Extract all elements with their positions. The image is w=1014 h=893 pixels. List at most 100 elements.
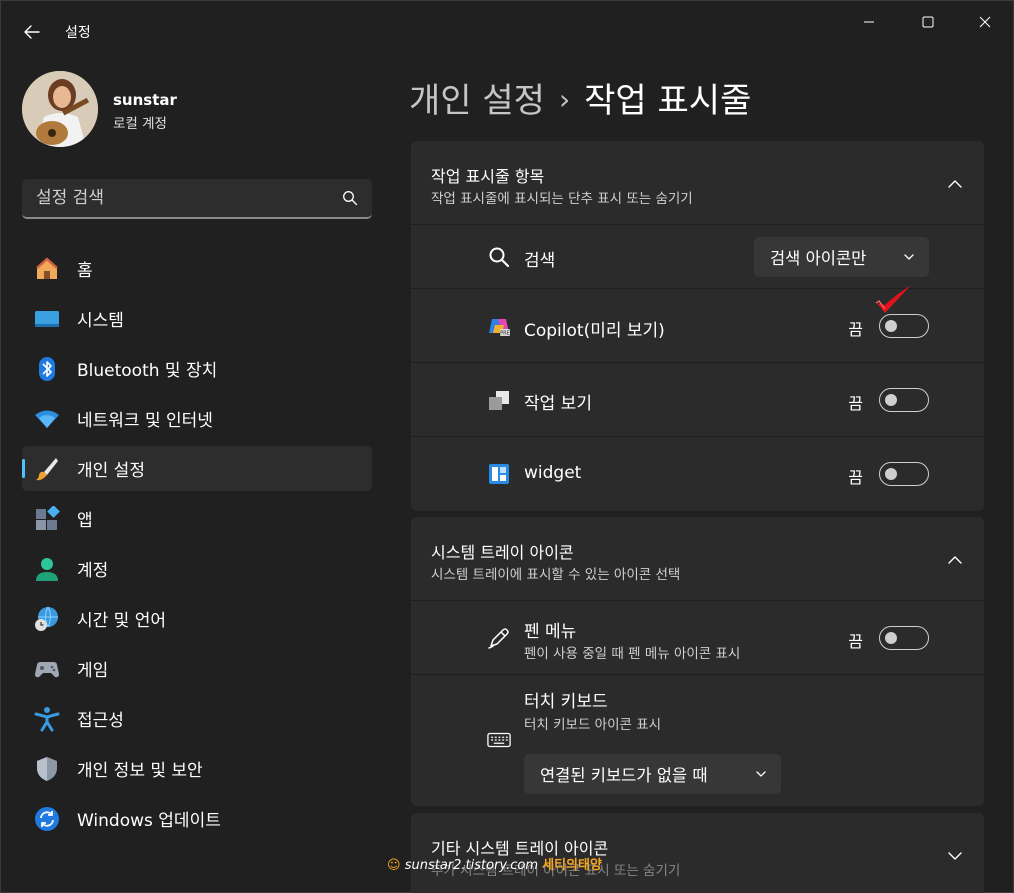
app-title: 설정 bbox=[65, 25, 91, 41]
touch-keyboard-dropdown[interactable]: 연결된 키보드가 없을 때 bbox=[524, 754, 781, 794]
chevron-down-icon[interactable] bbox=[946, 847, 964, 865]
sidebar-item-system[interactable]: 시스템 bbox=[22, 296, 372, 341]
dropdown-value: 연결된 키보드가 없을 때 bbox=[540, 766, 708, 785]
minimize-button[interactable] bbox=[846, 7, 892, 37]
account-type: 로컬 계정 bbox=[113, 116, 167, 132]
sidebar-item-label: 접근성 bbox=[77, 711, 124, 731]
home-icon bbox=[34, 256, 60, 282]
watermark-brand: 세티의태양 bbox=[542, 858, 602, 873]
row-description: 펜이 사용 중일 때 펜 메뉴 아이콘 표시 bbox=[524, 646, 741, 662]
toggle-state-label: 끔 bbox=[848, 394, 863, 413]
sidebar-item-windows-update[interactable]: Windows 업데이트 bbox=[22, 796, 372, 841]
row-search: 검색 검색 아이콘만 bbox=[411, 225, 984, 289]
sidebar-item-label: 네트워크 및 인터넷 bbox=[77, 411, 213, 431]
keyboard-icon bbox=[487, 728, 511, 752]
breadcrumb: 개인 설정 › 작업 표시줄 bbox=[409, 73, 751, 122]
sidebar-item-label: Windows 업데이트 bbox=[77, 811, 221, 831]
row-touch-keyboard: 터치 키보드 터치 키보드 아이콘 표시 연결된 키보드가 없을 때 bbox=[411, 675, 984, 806]
search-icon bbox=[487, 245, 511, 269]
sidebar-item-bluetooth[interactable]: Bluetooth 및 장치 bbox=[22, 346, 372, 391]
accessibility-icon bbox=[34, 706, 60, 732]
search-mode-dropdown[interactable]: 검색 아이콘만 bbox=[754, 237, 929, 277]
gamepad-icon bbox=[34, 656, 60, 682]
widget-icon bbox=[487, 462, 511, 486]
maximize-button[interactable] bbox=[905, 7, 951, 37]
sidebar-item-label: 시스템 bbox=[77, 311, 124, 331]
close-button[interactable] bbox=[962, 7, 1008, 37]
settings-search[interactable] bbox=[22, 179, 372, 219]
taskbar-items-section: 작업 표시줄 항목 작업 표시줄에 표시되는 단추 표시 또는 숨기기 검색 검… bbox=[411, 141, 984, 511]
chevron-up-icon[interactable] bbox=[946, 551, 964, 569]
svg-text:PRE: PRE bbox=[500, 331, 510, 337]
toggle-state-label: 끔 bbox=[848, 468, 863, 487]
back-arrow-icon bbox=[24, 25, 40, 39]
sidebar-item-personalization[interactable]: 개인 설정 bbox=[22, 446, 372, 491]
breadcrumb-parent[interactable]: 개인 설정 bbox=[409, 81, 545, 121]
row-pen-menu: 펜 메뉴 펜이 사용 중일 때 펜 메뉴 아이콘 표시 끔 bbox=[411, 601, 984, 675]
red-checkmark-annotation-icon bbox=[875, 285, 911, 313]
search-icon[interactable] bbox=[342, 190, 358, 206]
widget-toggle[interactable] bbox=[879, 462, 929, 486]
pen-icon bbox=[487, 626, 511, 650]
person-icon bbox=[34, 556, 60, 582]
sidebar-nav: 홈 시스템 Bluetooth 및 장치 네트워크 및 인터넷 개인 설정 앱 … bbox=[22, 246, 372, 846]
sidebar-item-accessibility[interactable]: 접근성 bbox=[22, 696, 372, 741]
row-description: 터치 키보드 아이콘 표시 bbox=[524, 717, 662, 733]
section-subtitle: 작업 표시줄에 표시되는 단추 표시 또는 숨기기 bbox=[431, 191, 693, 207]
other-tray-section[interactable]: 기타 시스템 트레이 아이콘 추가 시스템 트레이 아이콘 표시 또는 숨기기 bbox=[411, 813, 984, 893]
dropdown-value: 검색 아이콘만 bbox=[770, 249, 867, 268]
sidebar-item-time-language[interactable]: 시간 및 언어 bbox=[22, 596, 372, 641]
row-widget: widget 끔 bbox=[411, 437, 984, 511]
task-view-toggle[interactable] bbox=[879, 388, 929, 412]
row-task-view: 작업 보기 끔 bbox=[411, 363, 984, 437]
close-icon bbox=[979, 16, 991, 28]
sidebar-item-label: Bluetooth 및 장치 bbox=[77, 361, 218, 381]
title-bar: 설정 bbox=[1, 1, 1013, 51]
sidebar-item-privacy[interactable]: 개인 정보 및 보안 bbox=[22, 746, 372, 791]
search-input[interactable] bbox=[22, 179, 332, 217]
row-label: Copilot(미리 보기) bbox=[524, 321, 665, 341]
section-title: 시스템 트레이 아이콘 bbox=[431, 543, 574, 562]
toggle-state-label: 끔 bbox=[848, 320, 863, 339]
task-view-icon bbox=[487, 388, 511, 412]
maximize-icon bbox=[922, 16, 934, 28]
back-button[interactable] bbox=[15, 17, 49, 47]
row-label: 검색 bbox=[524, 251, 556, 271]
taskbar-items-header[interactable]: 작업 표시줄 항목 작업 표시줄에 표시되는 단추 표시 또는 숨기기 bbox=[411, 141, 984, 225]
wifi-icon bbox=[34, 406, 60, 432]
avatar-photo-icon bbox=[22, 71, 98, 147]
user-avatar[interactable] bbox=[22, 71, 98, 147]
row-label: 작업 보기 bbox=[524, 394, 592, 414]
sidebar-item-accounts[interactable]: 계정 bbox=[22, 546, 372, 591]
page-title: 작업 표시줄 bbox=[584, 81, 752, 121]
row-copilot: PRE Copilot(미리 보기) 끔 bbox=[411, 285, 984, 363]
pen-menu-toggle[interactable] bbox=[879, 626, 929, 650]
chevron-down-icon bbox=[904, 254, 914, 260]
minimize-icon bbox=[864, 21, 874, 23]
update-icon bbox=[34, 806, 60, 832]
apps-icon bbox=[34, 506, 60, 532]
monitor-icon bbox=[34, 306, 60, 332]
section-subtitle: 시스템 트레이에 표시할 수 있는 아이콘 선택 bbox=[431, 567, 681, 583]
watermark: ☺ sunstar2.tistory.com 세티의태양 bbox=[387, 854, 602, 873]
globe-clock-icon bbox=[34, 606, 60, 632]
row-label: widget bbox=[524, 463, 582, 483]
sidebar-item-label: 계정 bbox=[77, 561, 109, 581]
sidebar-item-gaming[interactable]: 게임 bbox=[22, 646, 372, 691]
section-title: 작업 표시줄 항목 bbox=[431, 167, 545, 186]
bluetooth-icon bbox=[34, 356, 60, 382]
settings-window: 설정 sunstar 로컬 계정 설정 검색 홈 시스템 Bluetooth 및… bbox=[0, 0, 1014, 893]
sidebar-item-network[interactable]: 네트워크 및 인터넷 bbox=[22, 396, 372, 441]
sidebar-item-home[interactable]: 홈 bbox=[22, 246, 372, 291]
watermark-sun-icon: ☺ bbox=[387, 858, 401, 873]
shield-icon bbox=[34, 756, 60, 782]
chevron-up-icon[interactable] bbox=[946, 175, 964, 193]
row-label: 펜 메뉴 bbox=[524, 622, 577, 642]
sidebar-item-label: 시간 및 언어 bbox=[77, 611, 167, 631]
sidebar-item-label: 개인 정보 및 보안 bbox=[77, 761, 203, 781]
breadcrumb-separator: › bbox=[558, 83, 571, 116]
sidebar-item-apps[interactable]: 앱 bbox=[22, 496, 372, 541]
chevron-down-icon bbox=[756, 771, 766, 777]
system-tray-header[interactable]: 시스템 트레이 아이콘 시스템 트레이에 표시할 수 있는 아이콘 선택 bbox=[411, 517, 984, 601]
system-tray-section: 시스템 트레이 아이콘 시스템 트레이에 표시할 수 있는 아이콘 선택 펜 메… bbox=[411, 517, 984, 806]
